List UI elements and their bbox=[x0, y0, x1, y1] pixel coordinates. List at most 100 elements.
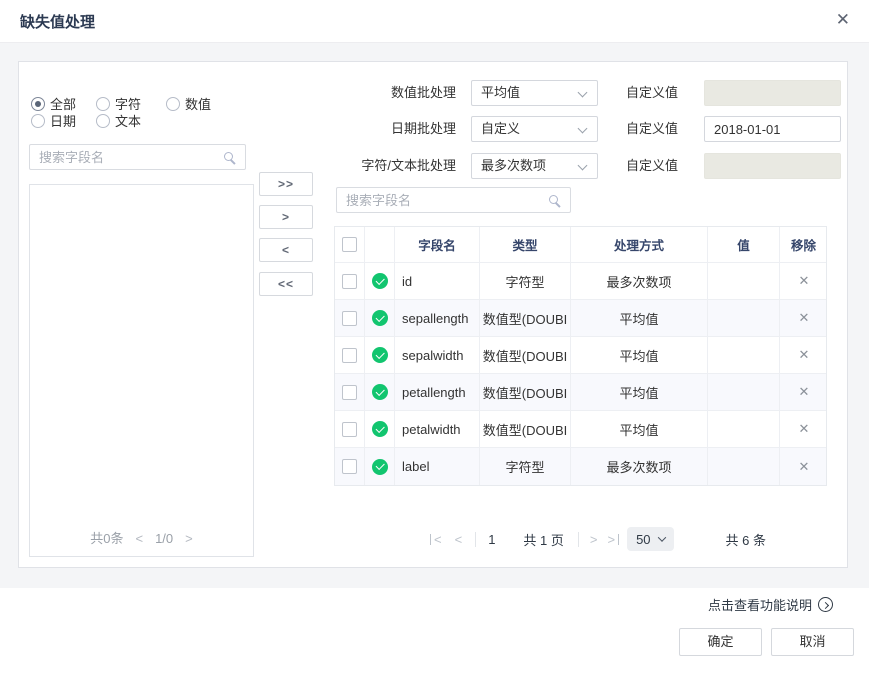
row-checkbox[interactable] bbox=[342, 348, 357, 363]
source-list-pager: 共0条<1/0> bbox=[30, 528, 253, 547]
ok-button[interactable]: 确定 bbox=[679, 628, 762, 656]
chevron-down-icon bbox=[657, 533, 665, 541]
radio-char-icon bbox=[96, 97, 110, 111]
status-ok-icon bbox=[372, 347, 388, 363]
remove-row-icon[interactable]: ✕ bbox=[799, 384, 810, 400]
field-name: petallength bbox=[395, 374, 480, 410]
table-search bbox=[336, 187, 571, 213]
numeric-batch-select[interactable]: 平均值 bbox=[471, 80, 598, 106]
left-search-input[interactable] bbox=[30, 145, 245, 169]
next-page-icon[interactable]: > bbox=[590, 533, 598, 546]
move-left-button[interactable]: < bbox=[259, 238, 313, 262]
table-row: sepallength 数值型(DOUBI 平均值 ✕ bbox=[335, 300, 826, 337]
status-ok-icon bbox=[372, 421, 388, 437]
field-name: sepalwidth bbox=[395, 337, 480, 373]
radio-all-icon bbox=[31, 97, 45, 111]
radio-numeric-icon bbox=[166, 97, 180, 111]
field-method: 平均值 bbox=[571, 374, 708, 410]
help-link[interactable]: 点击查看功能说明 bbox=[708, 595, 833, 614]
prev-page-icon[interactable]: < bbox=[455, 533, 463, 546]
date-batch-select[interactable]: 自定义 bbox=[471, 116, 598, 142]
search-icon bbox=[224, 152, 233, 161]
row-checkbox[interactable] bbox=[342, 459, 357, 474]
status-ok-icon bbox=[372, 384, 388, 400]
source-next-page-icon[interactable]: > bbox=[185, 531, 193, 546]
field-value bbox=[708, 411, 780, 447]
date-batch-label: 日期批处理 bbox=[269, 116, 456, 142]
numeric-custom-input bbox=[704, 80, 841, 106]
close-icon[interactable]: ✕ bbox=[836, 9, 850, 31]
field-type: 数值型(DOUBI bbox=[480, 337, 571, 373]
value-column-header: 值 bbox=[708, 227, 780, 262]
total-items: 共 6 条 bbox=[726, 530, 766, 549]
field-type: 字符型 bbox=[480, 263, 571, 299]
field-type: 数值型(DOUBI bbox=[480, 300, 571, 336]
table-row: id 字符型 最多次数项 ✕ bbox=[335, 263, 826, 300]
method-column-header: 处理方式 bbox=[571, 227, 708, 262]
radio-date-label: 日期 bbox=[50, 111, 76, 130]
remove-row-icon[interactable]: ✕ bbox=[799, 310, 810, 326]
content-panel: 全部 字符 数值 日期 文本 共0条<1/0> > bbox=[18, 61, 848, 568]
chartext-batch-select[interactable]: 最多次数项 bbox=[471, 153, 598, 179]
field-method: 平均值 bbox=[571, 337, 708, 373]
field-value bbox=[708, 300, 780, 336]
field-method: 平均值 bbox=[571, 300, 708, 336]
date-custom-label: 自定义值 bbox=[626, 116, 678, 142]
chartext-batch-label: 字符/文本批处理 bbox=[269, 153, 456, 179]
radio-numeric[interactable]: 数值 bbox=[166, 96, 211, 111]
row-checkbox[interactable] bbox=[342, 274, 357, 289]
status-ok-icon bbox=[372, 459, 388, 475]
radio-date-icon bbox=[31, 114, 45, 128]
chevron-down-icon bbox=[578, 161, 588, 171]
source-field-list[interactable]: 共0条<1/0> bbox=[29, 184, 254, 557]
field-type: 数值型(DOUBI bbox=[480, 411, 571, 447]
radio-all[interactable]: 全部 bbox=[31, 96, 76, 111]
source-count: 共0条 bbox=[90, 531, 123, 546]
remove-column-header: 移除 bbox=[791, 235, 817, 254]
field-method: 最多次数项 bbox=[571, 263, 708, 299]
table-row: sepalwidth 数值型(DOUBI 平均值 ✕ bbox=[335, 337, 826, 374]
radio-char[interactable]: 字符 bbox=[96, 96, 141, 111]
first-page-icon[interactable]: < bbox=[434, 533, 442, 546]
field-column-header: 字段名 bbox=[395, 227, 480, 262]
move-all-left-button[interactable]: << bbox=[259, 272, 313, 296]
radio-date[interactable]: 日期 bbox=[31, 113, 76, 128]
field-value bbox=[708, 263, 780, 299]
dialog-title: 缺失值处理 bbox=[20, 11, 95, 32]
radio-text[interactable]: 文本 bbox=[96, 113, 141, 128]
table-header-row: 字段名 类型 处理方式 值 移除 bbox=[335, 227, 826, 263]
remove-row-icon[interactable]: ✕ bbox=[799, 421, 810, 437]
field-name: id bbox=[395, 263, 480, 299]
field-name: sepallength bbox=[395, 300, 480, 336]
row-checkbox[interactable] bbox=[342, 311, 357, 326]
date-batch-select-value: 自定义 bbox=[481, 121, 520, 136]
table-row: petalwidth 数值型(DOUBI 平均值 ✕ bbox=[335, 411, 826, 448]
field-value bbox=[708, 448, 780, 485]
row-checkbox[interactable] bbox=[342, 422, 357, 437]
remove-row-icon[interactable]: ✕ bbox=[799, 459, 810, 475]
field-value bbox=[708, 374, 780, 410]
numeric-batch-label: 数值批处理 bbox=[269, 80, 456, 106]
field-method: 最多次数项 bbox=[571, 448, 708, 485]
move-right-button[interactable]: > bbox=[259, 205, 313, 229]
help-arrow-icon bbox=[818, 597, 833, 612]
remove-row-icon[interactable]: ✕ bbox=[799, 347, 810, 363]
current-page[interactable]: 1 bbox=[488, 532, 495, 547]
status-ok-icon bbox=[372, 310, 388, 326]
search-icon bbox=[549, 195, 558, 204]
remove-row-icon[interactable]: ✕ bbox=[799, 273, 810, 289]
source-prev-page-icon[interactable]: < bbox=[135, 531, 143, 546]
chevron-down-icon bbox=[578, 124, 588, 134]
date-custom-input[interactable] bbox=[704, 116, 841, 142]
help-link-label: 点击查看功能说明 bbox=[708, 595, 812, 614]
row-checkbox[interactable] bbox=[342, 385, 357, 400]
page-size-select[interactable]: 50 bbox=[627, 527, 673, 551]
select-all-checkbox[interactable] bbox=[342, 237, 357, 252]
last-page-icon[interactable]: > bbox=[607, 533, 615, 546]
dialog-body: 全部 字符 数值 日期 文本 共0条<1/0> > bbox=[0, 42, 869, 588]
chartext-custom-input bbox=[704, 153, 841, 179]
table-search-input[interactable] bbox=[337, 188, 570, 212]
cancel-button[interactable]: 取消 bbox=[771, 628, 854, 656]
table-row: label 字符型 最多次数项 ✕ bbox=[335, 448, 826, 485]
field-value bbox=[708, 337, 780, 373]
